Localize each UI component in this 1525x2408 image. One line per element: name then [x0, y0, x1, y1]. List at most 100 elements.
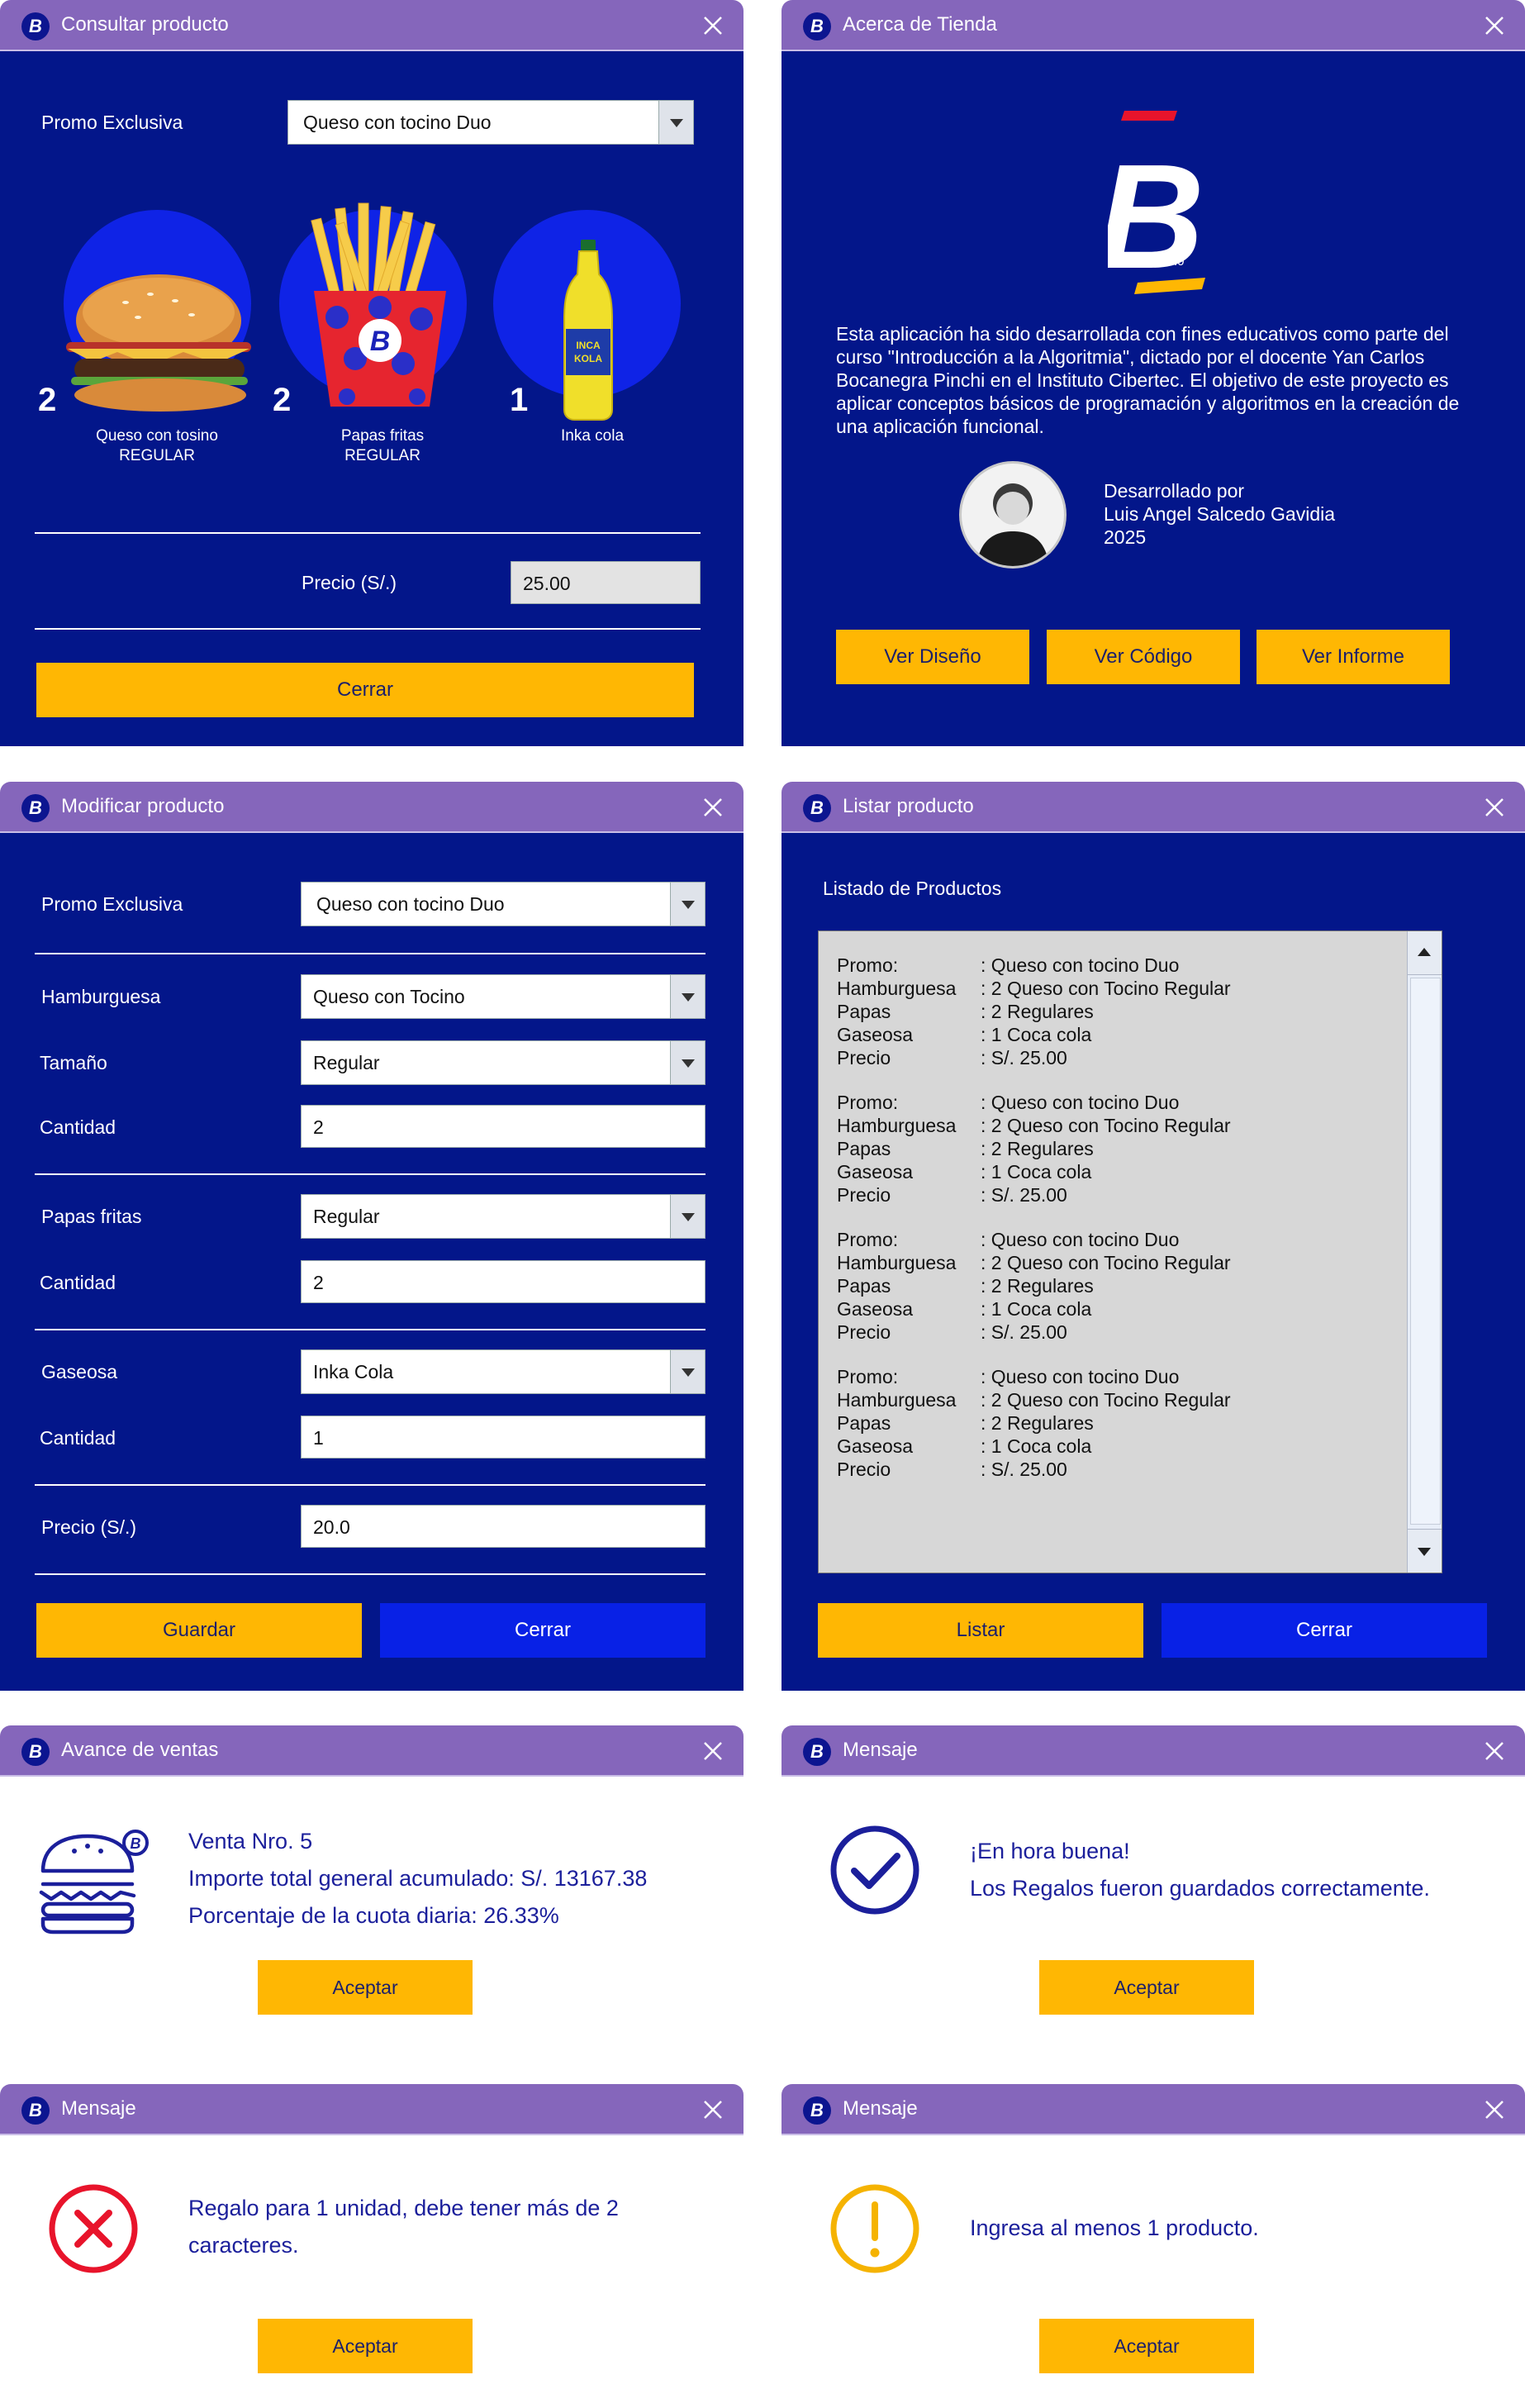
- close-icon[interactable]: [702, 15, 724, 36]
- divider: [35, 532, 701, 534]
- soda-select[interactable]: Inka Cola: [301, 1349, 705, 1394]
- close-button[interactable]: Cerrar: [36, 663, 694, 717]
- window-body: Listado de Productos Promo:: Queso con t…: [782, 833, 1525, 1691]
- svg-text:INCA: INCA: [576, 340, 601, 351]
- svg-text:B: B: [1108, 134, 1204, 300]
- promo-label: Promo Exclusiva: [41, 112, 183, 133]
- app-logo-icon: B: [803, 794, 831, 822]
- burger-select[interactable]: Queso con Tocino: [301, 974, 705, 1019]
- window-title: Mensaje: [61, 2097, 136, 2120]
- products-list: Promo:: Queso con tocino Duo Hamburguesa…: [837, 954, 1231, 1503]
- close-icon[interactable]: [1484, 2099, 1505, 2120]
- warning-message-window: B Mensaje Ingresa al menos 1 producto. A…: [782, 2084, 1525, 2408]
- app-logo-icon: B: [803, 2096, 831, 2125]
- version-label: Versión 1.0: [1122, 255, 1185, 269]
- view-report-button[interactable]: Ver Informe: [1257, 630, 1450, 684]
- titlebar[interactable]: B Consultar producto: [0, 0, 743, 51]
- app-logo-icon: B: [803, 1738, 831, 1766]
- titlebar[interactable]: B Mensaje: [782, 2084, 1525, 2135]
- chevron-down-icon[interactable]: [670, 975, 705, 1018]
- size-label: Tamaño: [40, 1052, 107, 1073]
- fries-image: B: [311, 202, 446, 407]
- app-logo-icon: B: [21, 12, 50, 40]
- scroll-down-icon[interactable]: [1408, 1529, 1442, 1573]
- divider: [35, 1573, 705, 1575]
- accept-button[interactable]: Aceptar: [258, 1960, 473, 2015]
- divider: [35, 628, 701, 630]
- scrollbar[interactable]: [1407, 931, 1442, 1573]
- close-icon[interactable]: [702, 2099, 724, 2120]
- item-caption: Papas fritas REGULAR: [340, 427, 425, 464]
- fries-quantity-label: Cantidad: [40, 1272, 116, 1293]
- error-circle-icon: [49, 2184, 138, 2273]
- close-icon[interactable]: [1484, 1740, 1505, 1762]
- listar-window: B Listar producto Listado de Productos P…: [782, 782, 1525, 1691]
- window-body: ¡En hora buena! Los Regalos fueron guard…: [782, 1777, 1525, 2048]
- accept-button[interactable]: Aceptar: [258, 2319, 473, 2373]
- fries-label: Papas fritas: [41, 1206, 142, 1227]
- message-text: ¡En hora buena! Los Regalos fueron guard…: [970, 1839, 1430, 1901]
- price-field[interactable]: 20.0: [301, 1505, 705, 1548]
- titlebar[interactable]: B Acerca de Tienda: [782, 0, 1525, 51]
- avance-window: B Avance de ventas B Venta Nro. 5 Import…: [0, 1725, 743, 2048]
- chevron-down-icon[interactable]: [670, 1041, 705, 1084]
- divider: [35, 1484, 705, 1486]
- sale-info: Venta Nro. 5 Importe total general acumu…: [188, 1829, 648, 1928]
- fries-select[interactable]: Regular: [301, 1194, 705, 1239]
- window-title: Mensaje: [843, 2097, 918, 2120]
- brand-logo-icon: B: [1108, 111, 1205, 300]
- item-caption: Queso con tosino REGULAR: [96, 427, 218, 464]
- close-icon[interactable]: [1484, 15, 1505, 36]
- accept-button[interactable]: Aceptar: [1039, 1960, 1254, 2015]
- list-button[interactable]: Listar: [818, 1603, 1143, 1658]
- close-icon[interactable]: [1484, 797, 1505, 818]
- divider: [35, 1329, 705, 1330]
- promo-select[interactable]: Queso con tocino Duo: [301, 882, 705, 926]
- divider: [35, 1173, 705, 1175]
- success-message-window: B Mensaje ¡En hora buena! Los Regalos fu…: [782, 1725, 1525, 2048]
- soda-quantity-field[interactable]: 1: [301, 1416, 705, 1459]
- burger-outline-icon: B: [39, 1830, 149, 1934]
- close-button[interactable]: Cerrar: [1162, 1603, 1487, 1658]
- titlebar[interactable]: B Mensaje: [782, 1725, 1525, 1777]
- close-button[interactable]: Cerrar: [380, 1603, 705, 1658]
- view-design-button[interactable]: Ver Diseño: [836, 630, 1029, 684]
- chevron-down-icon[interactable]: [670, 1195, 705, 1238]
- chevron-down-icon[interactable]: [658, 101, 693, 144]
- soda-label: Gaseosa: [41, 1361, 118, 1382]
- window-body: Regalo para 1 unidad, debe tener más de …: [0, 2135, 743, 2408]
- chevron-down-icon[interactable]: [670, 883, 705, 926]
- price-field[interactable]: 25.00: [511, 561, 701, 604]
- window-title: Acerca de Tienda: [843, 13, 997, 36]
- message-text: Regalo para 1 unidad, debe tener más de …: [188, 2196, 619, 2258]
- close-icon[interactable]: [702, 1740, 724, 1762]
- titlebar[interactable]: B Mensaje: [0, 2084, 743, 2135]
- list-item: Promo:: Queso con tocino Duo Hamburguesa…: [837, 1229, 1231, 1343]
- burger-quantity-field[interactable]: 2: [301, 1105, 705, 1148]
- soda-quantity-label: Cantidad: [40, 1427, 116, 1449]
- chevron-down-icon[interactable]: [670, 1350, 705, 1393]
- scroll-thumb[interactable]: [1410, 978, 1441, 1525]
- view-code-button[interactable]: Ver Código: [1047, 630, 1240, 684]
- avatar: [959, 461, 1067, 569]
- error-message-window: B Mensaje Regalo para 1 unidad, debe ten…: [0, 2084, 743, 2408]
- accept-button[interactable]: Aceptar: [1039, 2319, 1254, 2373]
- app-logo-icon: B: [21, 2096, 50, 2125]
- titlebar[interactable]: B Listar producto: [782, 782, 1525, 833]
- app-logo-icon: B: [21, 794, 50, 822]
- products-textarea[interactable]: Promo:: Queso con tocino Duo Hamburguesa…: [818, 930, 1442, 1573]
- titlebar[interactable]: B Avance de ventas: [0, 1725, 743, 1777]
- promo-label: Promo Exclusiva: [41, 893, 183, 915]
- fries-quantity-field[interactable]: 2: [301, 1260, 705, 1303]
- window-title: Mensaje: [843, 1739, 918, 1761]
- divider: [35, 953, 705, 954]
- promo-select[interactable]: Queso con tocino Duo: [287, 100, 694, 145]
- save-button[interactable]: Guardar: [36, 1603, 362, 1658]
- titlebar[interactable]: B Modificar producto: [0, 782, 743, 833]
- scroll-up-icon[interactable]: [1408, 931, 1442, 975]
- list-item: Promo:: Queso con tocino Duo Hamburguesa…: [837, 1366, 1231, 1480]
- close-icon[interactable]: [702, 797, 724, 818]
- check-circle-icon: [830, 1825, 919, 1915]
- burger-image: [66, 274, 251, 412]
- size-select[interactable]: Regular: [301, 1040, 705, 1085]
